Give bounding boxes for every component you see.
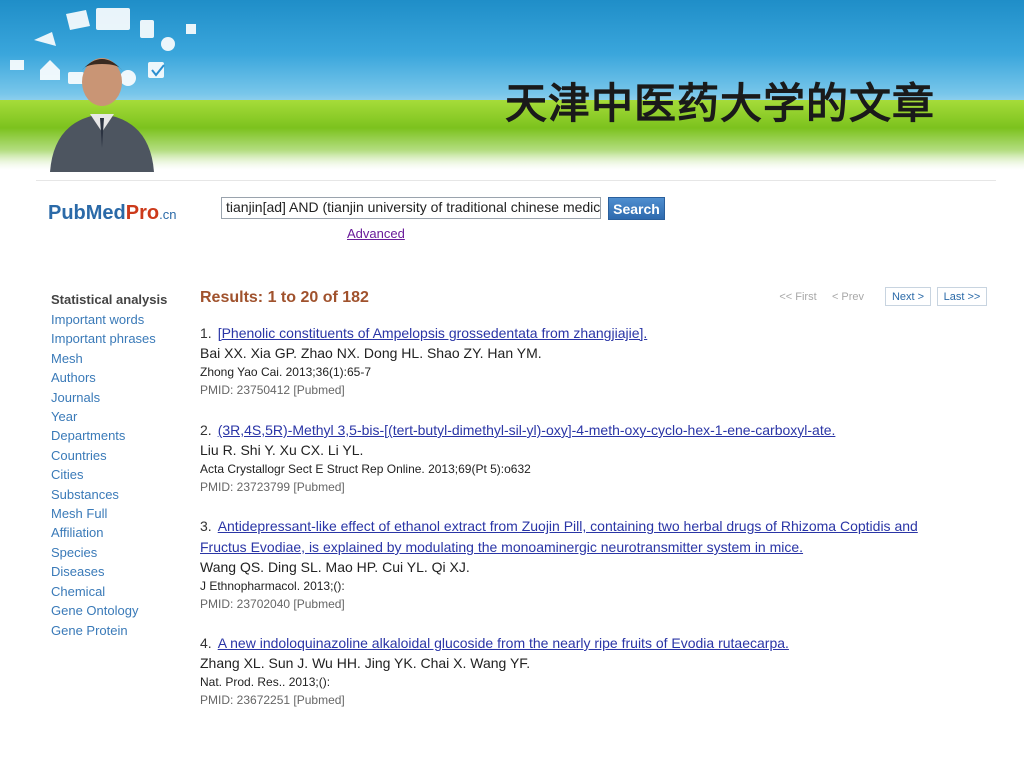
envelope-icon [96,8,130,30]
chat-bubble-icon [66,10,90,30]
circle-icon [161,37,175,51]
result-pmid: PMID: 23672251 [Pubmed] [200,693,345,707]
result-title-link[interactable]: A new indoloquinazoline alkaloidal gluco… [218,635,789,651]
search-button[interactable]: Search [608,197,665,220]
sidebar-item-important-words[interactable]: Important words [51,310,191,329]
result-title-link[interactable]: Antidepressant-like effect of ethanol ex… [200,518,918,555]
result-authors: Bai XX. Xia GP. Zhao NX. Dong HL. Shao Z… [200,345,542,361]
logo-text-cn: .cn [159,207,177,222]
pager-prev[interactable]: < Prev [829,287,867,306]
result-item: 1. [Phenolic constituents of Ampelopsis g… [200,323,960,400]
result-pmid: PMID: 23702040 [Pubmed] [200,597,345,611]
header-banner: 天津中医药大学的文章 [0,0,1024,180]
result-title-link[interactable]: [Phenolic constituents of Ampelopsis gro… [218,325,648,341]
result-title-link[interactable]: (3R,4S,5R)-Methyl 3,5-bis-[(tert-butyl-d… [218,422,836,438]
result-number: 4. [200,635,212,651]
statistical-analysis-sidebar: Statistical analysis Important words Imp… [51,291,191,640]
sidebar-item-cities[interactable]: Cities [51,465,191,484]
pager-next-button[interactable]: Next > [885,287,931,306]
sidebar-item-species[interactable]: Species [51,543,191,562]
logo-text-main: PubMed [48,202,126,224]
result-item: 3. Antidepressant-like effect of ethanol … [200,516,960,614]
card-icon [10,60,24,70]
pager-last-button[interactable]: Last >> [937,287,987,306]
sidebar-item-gene-protein[interactable]: Gene Protein [51,621,191,640]
result-number: 1. [200,325,212,341]
puzzle-icon [140,20,154,38]
search-input[interactable]: tianjin[ad] AND (tianjin university of t… [221,197,601,219]
sidebar-item-countries[interactable]: Countries [51,446,191,465]
result-item: 4. A new indoloquinazoline alkaloidal glu… [200,633,960,710]
pubmedpro-logo[interactable]: PubMedPro.cn [48,202,176,225]
result-item: 2. (3R,4S,5R)-Methyl 3,5-bis-[(tert-butyl… [200,420,960,497]
results-count: Results: 1 to 20 of 182 [200,289,369,306]
banner-divider [36,180,996,181]
sidebar-item-journals[interactable]: Journals [51,388,191,407]
result-journal: J Ethnopharmacol. 2013;(): [200,579,345,593]
result-number: 3. [200,518,212,534]
sidebar-item-gene-ontology[interactable]: Gene Ontology [51,601,191,620]
sidebar-item-authors[interactable]: Authors [51,368,191,387]
paper-plane-icon [34,32,56,46]
advanced-search-link[interactable]: Advanced [347,226,405,241]
result-number: 2. [200,422,212,438]
result-pmid: PMID: 23750412 [Pubmed] [200,383,345,397]
result-authors: Liu R. Shi Y. Xu CX. Li YL. [200,442,364,458]
result-authors: Wang QS. Ding SL. Mao HP. Cui YL. Qi XJ. [200,559,470,575]
sidebar-item-year[interactable]: Year [51,407,191,426]
pager-first[interactable]: << First [776,287,820,306]
logo-text-pro: Pro [125,202,160,224]
sidebar-item-important-phrases[interactable]: Important phrases [51,329,191,348]
square-icon [186,24,196,34]
result-journal: Zhong Yao Cai. 2013;36(1):65-7 [200,365,372,379]
sidebar-heading: Statistical analysis [51,292,168,307]
result-journal: Nat. Prod. Res.. 2013;(): [200,675,331,689]
sidebar-item-mesh[interactable]: Mesh [51,349,191,368]
result-pmid: PMID: 23723799 [Pubmed] [200,480,345,494]
sidebar-item-mesh-full[interactable]: Mesh Full [51,504,191,523]
result-journal: Acta Crystallogr Sect E Struct Rep Onlin… [200,462,531,476]
sidebar-item-departments[interactable]: Departments [51,426,191,445]
sidebar-item-substances[interactable]: Substances [51,485,191,504]
sidebar-item-affiliation[interactable]: Affiliation [51,523,191,542]
businessman-illustration [50,58,154,172]
sidebar-item-diseases[interactable]: Diseases [51,562,191,581]
sidebar-item-chemical[interactable]: Chemical [51,582,191,601]
result-authors: Zhang XL. Sun J. Wu HH. Jing YK. Chai X.… [200,655,531,671]
banner-title: 天津中医药大学的文章 [505,79,936,128]
